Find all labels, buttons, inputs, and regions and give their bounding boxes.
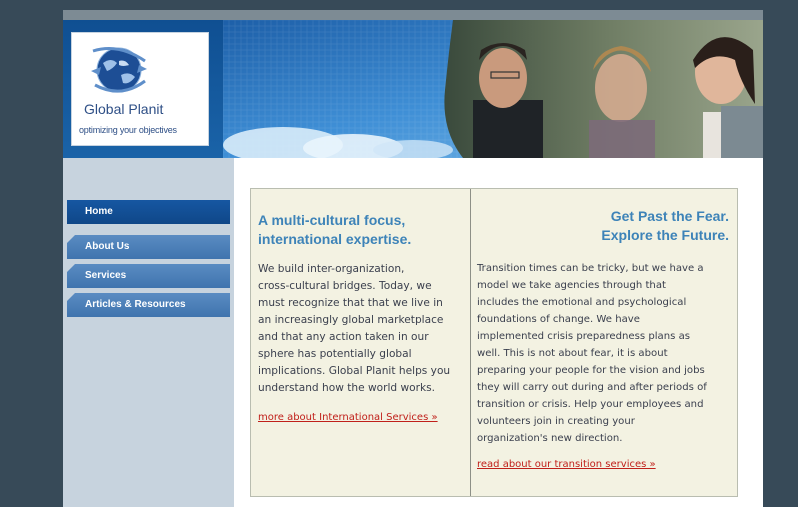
content-panel: A multi-cultural focus, international ex…: [250, 188, 738, 497]
body-line: an increasingly global marketplace: [258, 314, 444, 326]
page: Global Planit optimizing your objectives: [63, 10, 763, 507]
header-banner-image: [223, 20, 763, 158]
international-services-link[interactable]: more about International Services »: [258, 412, 464, 423]
nav-item-home[interactable]: Home: [67, 200, 230, 224]
right-heading-line: Get Past the Fear.: [610, 208, 729, 224]
nav-item-articles-resources[interactable]: Articles & Resources: [67, 293, 230, 317]
nav-label-home: Home: [85, 206, 113, 217]
body-line: model we take agencies through that: [477, 280, 666, 291]
logo-tagline: optimizing your objectives: [79, 125, 177, 135]
body-line: volunteers join in creating your: [477, 416, 635, 427]
nav-label-services: Services: [85, 270, 127, 281]
left-heading: A multi-cultural focus, international ex…: [258, 211, 464, 249]
logo-name: Global Planit: [84, 101, 164, 117]
transition-services-link[interactable]: read about our transition services »: [477, 459, 731, 470]
right-column: Get Past the Fear. Explore the Future. T…: [471, 189, 737, 496]
logo-frame: Global Planit optimizing your objectives: [63, 20, 223, 158]
tab-notch-icon: [67, 235, 75, 243]
body-line: implications. Global Planit helps you: [258, 365, 451, 377]
body-line: they will carry out during and after per…: [477, 382, 707, 393]
body-line: Transition times can be tricky, but we h…: [477, 263, 704, 274]
body-line: cross-cultural bridges. Today, we: [258, 280, 432, 292]
sidebar: Home About Us Services Articles & Resour…: [63, 158, 234, 507]
body-line: and that any action taken in our: [258, 331, 429, 343]
body-line: preparing your people for the vision and…: [477, 365, 705, 376]
nav-label-about-us: About Us: [85, 241, 130, 252]
nav-item-about-us[interactable]: About Us: [67, 235, 230, 259]
body-line: transition or crisis. Help your employee…: [477, 399, 704, 410]
right-heading-line: Explore the Future.: [601, 227, 729, 243]
body-line: implemented crisis preparedness plans as: [477, 331, 691, 342]
logo[interactable]: Global Planit optimizing your objectives: [71, 32, 209, 146]
top-bar: [63, 10, 763, 20]
left-column: A multi-cultural focus, international ex…: [251, 189, 470, 496]
body-line: must recognize that that we live in: [258, 297, 443, 309]
right-heading: Get Past the Fear. Explore the Future.: [477, 207, 731, 245]
globe-icon: [91, 47, 147, 93]
body-line: sphere has potentially global: [258, 348, 412, 360]
body-line: well. This is not about fear, it is abou…: [477, 348, 668, 359]
body-line: We build inter-organization,: [258, 263, 405, 275]
body-line: organization's new direction.: [477, 433, 623, 444]
left-heading-line: international expertise.: [258, 231, 412, 247]
header: Global Planit optimizing your objectives: [63, 20, 763, 158]
body-line: includes the emotional and psychological: [477, 297, 687, 308]
right-body-text: Transition times can be tricky, but we h…: [477, 260, 731, 447]
body-line: understand how the world works.: [258, 382, 436, 394]
left-heading-line: A multi-cultural focus,: [258, 212, 406, 228]
body-line: foundations of change. We have: [477, 314, 640, 325]
tab-notch-icon: [67, 293, 75, 301]
nav-label-articles-resources: Articles & Resources: [85, 299, 186, 310]
left-body-text: We build inter-organization, cross-cultu…: [258, 261, 464, 397]
tab-notch-icon: [67, 264, 75, 272]
nav-item-services[interactable]: Services: [67, 264, 230, 288]
